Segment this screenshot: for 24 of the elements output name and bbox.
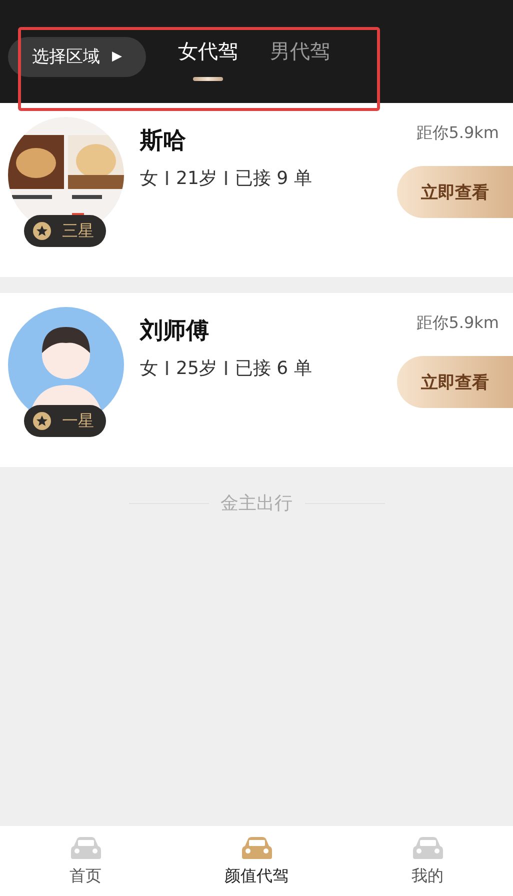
- rank-label: 三星: [62, 220, 94, 242]
- driver-detail: 女: [140, 167, 158, 190]
- car-icon: [240, 836, 272, 862]
- view-button[interactable]: 立即查看: [397, 356, 513, 408]
- tab[interactable]: 女代驾: [178, 32, 238, 81]
- distance-label: 距你5.9km: [416, 313, 499, 334]
- view-button[interactable]: 立即查看: [397, 166, 513, 218]
- nav-item[interactable]: 我的: [342, 826, 513, 896]
- driver-detail: 已接 6 单: [234, 357, 312, 380]
- driver-detail: 21岁: [176, 167, 217, 190]
- footer-note: 金主出行: [220, 492, 292, 515]
- car-icon: [70, 836, 102, 862]
- rank-label: 一星: [62, 410, 94, 432]
- driver-name: 刘师傅: [140, 317, 210, 346]
- driver-detail: 25岁: [176, 357, 217, 380]
- driver-detail: 女: [140, 357, 158, 380]
- distance-label: 距你5.9km: [416, 123, 499, 144]
- nav-item[interactable]: 颜值代驾: [171, 826, 342, 896]
- car-icon: [412, 836, 444, 862]
- driver-detail: 已接 9 单: [234, 167, 312, 190]
- driver-name: 斯哈: [140, 127, 187, 156]
- region-select-button[interactable]: 选择区域 ▶: [8, 36, 146, 76]
- nav-item[interactable]: 首页: [0, 826, 171, 896]
- tab[interactable]: 男代驾: [270, 32, 330, 81]
